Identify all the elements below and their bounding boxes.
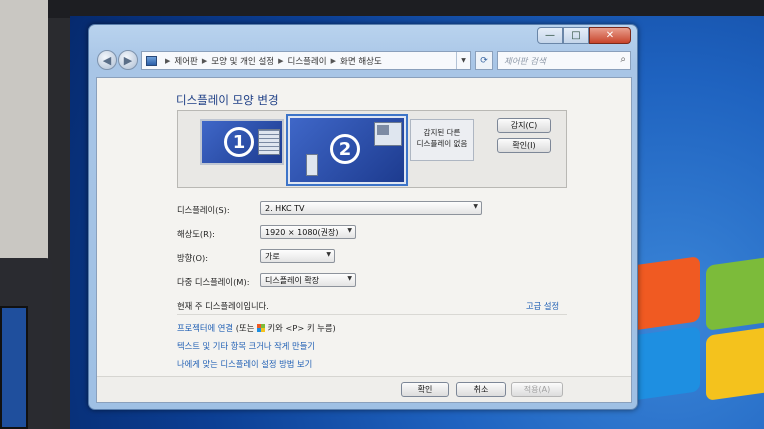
chevron-down-icon: ▼ [347, 275, 352, 282]
display-label: 디스플레이(S): [177, 205, 230, 215]
control-panel-icon [146, 55, 157, 66]
chevron-down-icon: ▼ [347, 227, 352, 234]
device-icon [306, 154, 318, 176]
main-display-status: 현재 주 디스플레이입니다. [177, 301, 269, 311]
chevron-down-icon[interactable]: ▼ [456, 52, 470, 69]
laptop-screen [0, 306, 28, 429]
breadcrumb-screen-resolution[interactable]: 화면 해상도 [340, 55, 382, 67]
refresh-icon[interactable]: ⟳ [475, 51, 493, 70]
breadcrumb-control-panel[interactable]: 제어판 [174, 55, 197, 67]
screen-resolution-window: — □ ✕ ◀ ▶ ▶ 제어판 ▶ 모양 및 개인 설정 ▶ 디스플레이 ▶ 화… [88, 24, 638, 410]
monitor-1-preview-icon [258, 129, 280, 155]
divider [177, 314, 567, 315]
caption-buttons: — □ ✕ [537, 27, 631, 44]
multiple-displays-select[interactable]: 디스플레이 확장 ▼ [260, 273, 356, 287]
advanced-settings-link[interactable]: 고급 설정 [526, 300, 559, 312]
chevron-down-icon: ▼ [473, 203, 478, 210]
windows-key-icon [256, 324, 265, 332]
no-other-display-box: 감지된 다른 디스플레이 없음 [410, 119, 474, 161]
maximize-button[interactable]: □ [563, 27, 589, 44]
breadcrumb-appearance[interactable]: 모양 및 개인 설정 [211, 55, 274, 67]
windows-logo-wallpaper [630, 256, 764, 401]
chevron-down-icon: ▼ [326, 251, 331, 258]
forward-button[interactable]: ▶ [118, 50, 138, 70]
ok-button[interactable]: 확인 [401, 382, 449, 397]
apply-button[interactable]: 적용(A) [511, 382, 563, 397]
display-select[interactable]: 2. HKC TV ▼ [260, 201, 482, 215]
address-bar[interactable]: ▶ 제어판 ▶ 모양 및 개인 설정 ▶ 디스플레이 ▶ 화면 해상도 ▼ [141, 51, 471, 70]
monitor-2-preview-icon [374, 122, 402, 146]
orientation-label: 방향(O): [177, 253, 209, 263]
back-button[interactable]: ◀ [97, 50, 117, 70]
orientation-select[interactable]: 가로 ▼ [260, 249, 335, 263]
resolution-select[interactable]: 1920 × 1080(권장) ▼ [260, 225, 356, 239]
identify-button[interactable]: 확인(I) [497, 138, 551, 153]
display-settings-help-link[interactable]: 나에게 맞는 디스플레이 설정 방법 보기 [177, 358, 312, 370]
cancel-button[interactable]: 취소 [456, 382, 506, 397]
breadcrumb-display[interactable]: 디스플레이 [288, 55, 327, 67]
search-icon: ⌕ [620, 54, 626, 65]
minimize-button[interactable]: — [537, 27, 563, 44]
detect-button[interactable]: 감지(C) [497, 118, 551, 133]
dialog-footer: 확인 취소 적용(A) [97, 376, 631, 402]
search-input[interactable]: 제어판 검색 ⌕ [497, 51, 631, 70]
connect-projector-link[interactable]: 프로젝터에 연결 (또는 키와 <P> 키 누름) [177, 322, 336, 334]
resolution-label: 해상도(R): [177, 229, 215, 239]
page-title: 디스플레이 모양 변경 [176, 93, 279, 107]
monitor-2-number: 2 [330, 134, 360, 164]
text-size-link[interactable]: 텍스트 및 기타 항목 크거나 작게 만들기 [177, 340, 315, 352]
monitor-2[interactable]: 2 [288, 116, 406, 184]
multiple-displays-label: 다중 디스플레이(M): [177, 277, 250, 287]
monitor-1[interactable]: 1 [200, 119, 284, 165]
monitor-1-number: 1 [224, 127, 254, 157]
content-pane: 디스플레이 모양 변경 1 2 감지된 다른 디스플레이 없음 감지(C) 확인… [96, 77, 632, 403]
close-button[interactable]: ✕ [589, 27, 631, 44]
navigation-bar: ◀ ▶ ▶ 제어판 ▶ 모양 및 개인 설정 ▶ 디스플레이 ▶ 화면 해상도 … [97, 50, 631, 74]
